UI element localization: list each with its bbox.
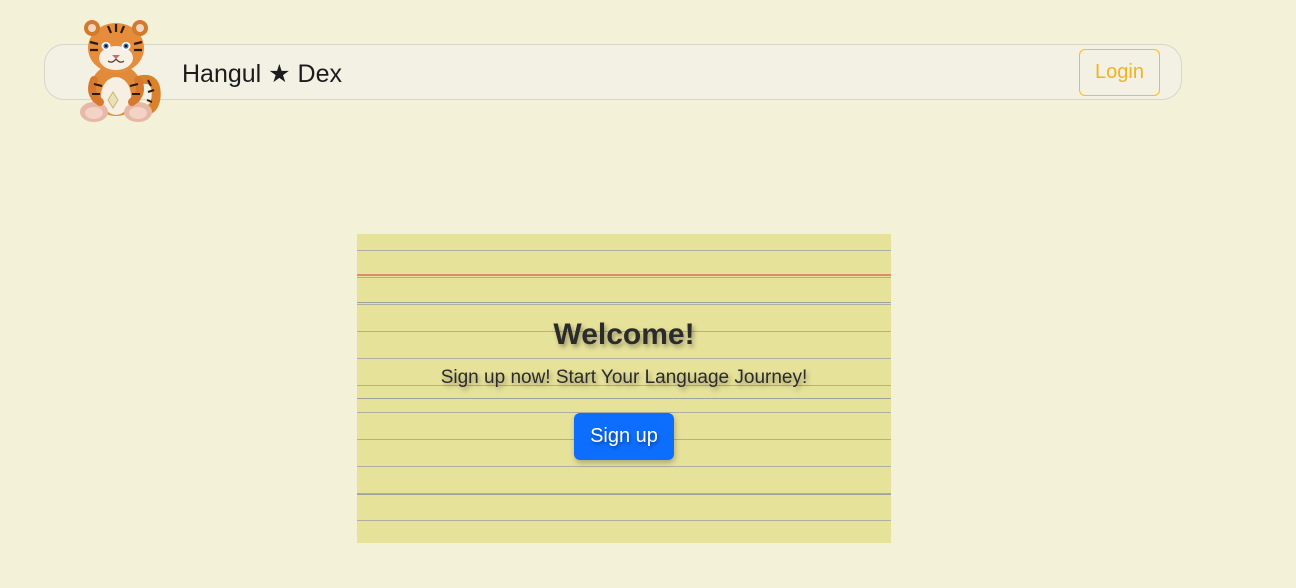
signup-button[interactable]: Sign up bbox=[574, 413, 674, 460]
tiger-cub-icon[interactable] bbox=[70, 14, 162, 128]
welcome-tagline: Sign up now! Start Your Language Journey… bbox=[440, 367, 808, 388]
welcome-heading: Welcome! bbox=[553, 318, 695, 351]
login-button[interactable]: Login bbox=[1079, 49, 1160, 96]
welcome-card-content: Welcome! Sign up now! Start Your Languag… bbox=[357, 234, 891, 543]
welcome-card: Welcome! Sign up now! Start Your Languag… bbox=[357, 234, 891, 543]
brand-title[interactable]: Hangul ★ Dex bbox=[182, 58, 342, 90]
